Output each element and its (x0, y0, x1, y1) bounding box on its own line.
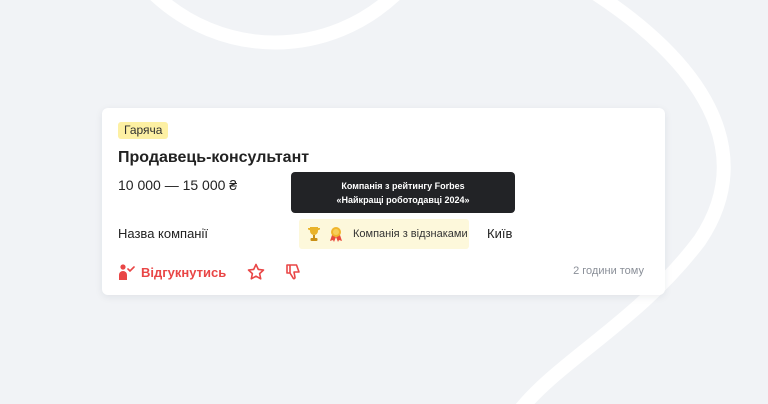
apply-person-icon (117, 263, 135, 281)
trophy-icon (307, 226, 321, 242)
awards-tooltip: Компанія з рейтингу Forbes «Найкращі роб… (291, 172, 515, 213)
medal-icon (329, 226, 343, 242)
tooltip-line-1: Компанія з рейтингу Forbes (341, 180, 465, 191)
tooltip-line-2: «Найкращі роботодавці 2024» (336, 194, 470, 205)
salary: 10 000 — 15 000 ₴ (118, 177, 238, 193)
city: Київ (487, 226, 513, 241)
awards-label: Компанія з відзнаками (353, 228, 468, 240)
star-icon[interactable] (247, 263, 265, 281)
hot-badge: Гаряча (118, 122, 169, 139)
company-name[interactable]: Назва компанії (118, 225, 208, 243)
posted-time: 2 години тому (573, 265, 644, 277)
vacancy-title[interactable]: Продавець-консультант (118, 148, 309, 168)
thumbs-down-icon[interactable] (285, 263, 303, 281)
apply-label: Відгукнутись (141, 264, 227, 280)
company-awards[interactable]: Компанія з відзнаками (299, 219, 469, 249)
apply-button[interactable]: Відгукнутись (117, 262, 226, 282)
